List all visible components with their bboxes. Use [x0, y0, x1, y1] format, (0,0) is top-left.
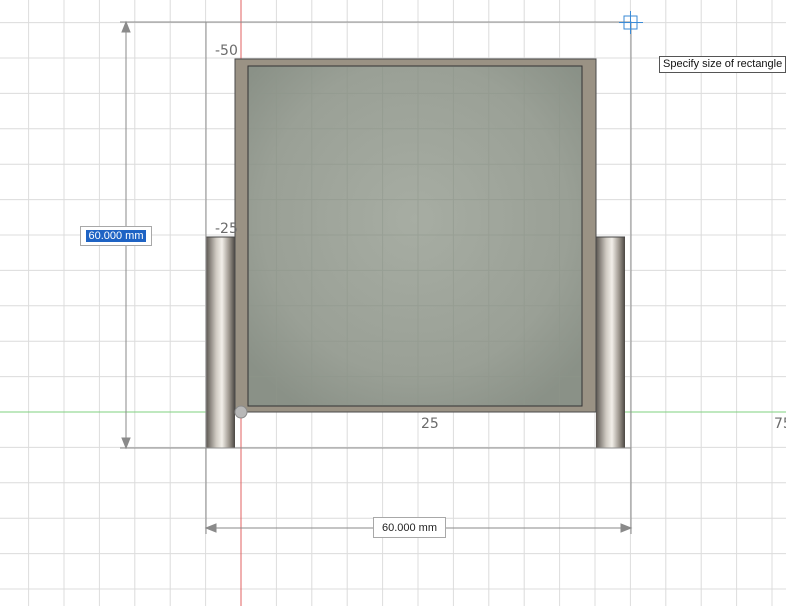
axis-label-neg25: -25 — [215, 221, 238, 237]
tooltip: Specify size of rectangle — [659, 56, 786, 73]
axis-label-pos25: 25 — [421, 416, 439, 432]
tooltip-text: Specify size of rectangle — [663, 58, 783, 70]
left-roller[interactable] — [206, 237, 235, 448]
height-dimension-value: 60.000 mm — [86, 230, 146, 242]
axis-label-neg50: -50 — [215, 43, 238, 59]
plate-face[interactable] — [247, 65, 583, 407]
origin-marker-icon[interactable] — [234, 405, 248, 419]
axis-label-pos75: 75 — [774, 416, 786, 432]
width-dimension-input[interactable]: 60.000 mm — [373, 517, 446, 538]
height-dimension-input[interactable]: 60.000 mm — [80, 226, 152, 246]
right-roller[interactable] — [596, 237, 625, 448]
sketch-canvas[interactable]: -50 -25 25 75 — [0, 0, 786, 606]
width-dimension-value: 60.000 mm — [381, 521, 438, 534]
crosshair-square-icon — [619, 11, 643, 34]
